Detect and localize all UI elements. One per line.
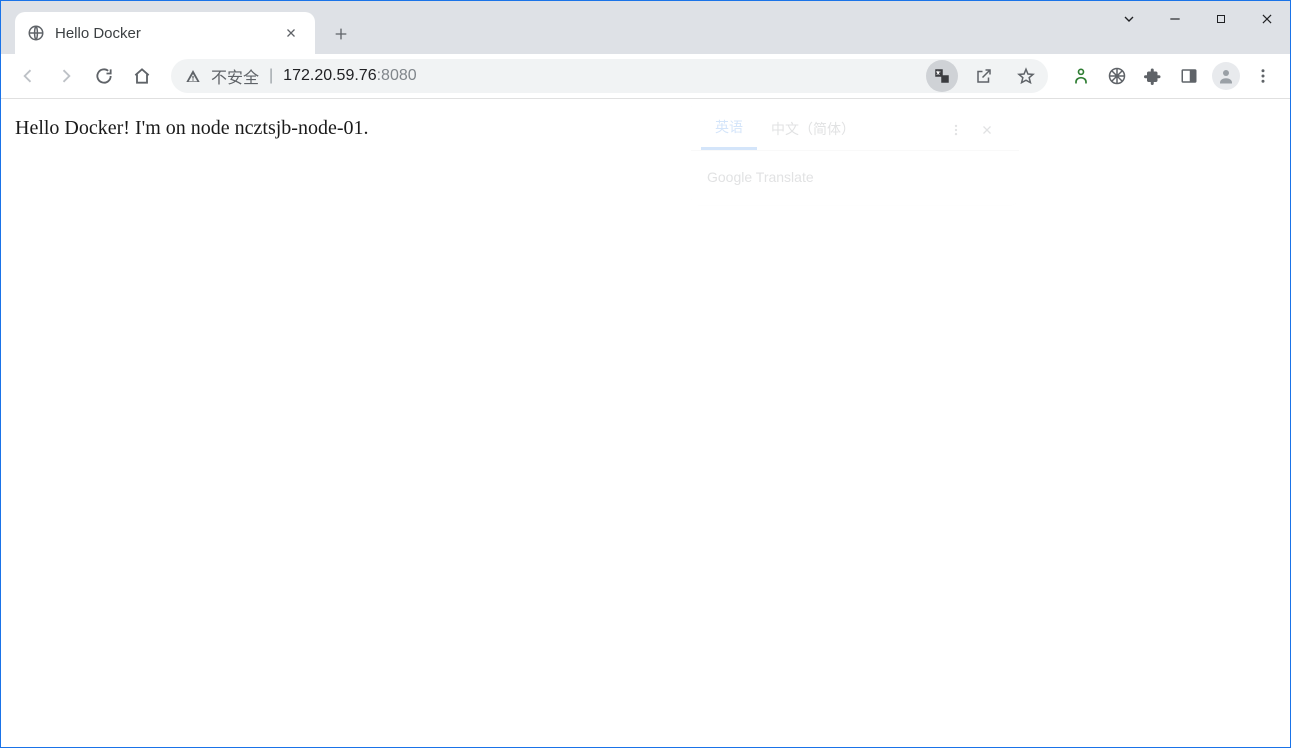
reload-button[interactable] [87,59,121,93]
extension-icon-2[interactable] [1100,59,1134,93]
extension-area [1064,59,1280,93]
extensions-menu-icon[interactable] [1136,59,1170,93]
window-maximize-button[interactable] [1198,1,1244,37]
page-content: Hello Docker! I'm on node ncztsjb-node-0… [1,99,1290,747]
extension-icon-1[interactable] [1064,59,1098,93]
tab-title: Hello Docker [55,25,275,42]
back-button[interactable] [11,59,45,93]
forward-button[interactable] [49,59,83,93]
translate-popup[interactable]: 英语 中文（简体） Google Translate [691,101,1019,205]
translate-popup-close-icon[interactable] [981,124,1009,136]
browser-tab[interactable]: Hello Docker [15,12,315,54]
chrome-menu-icon[interactable] [1246,59,1280,93]
translate-tab-target[interactable]: 中文（简体） [757,111,869,149]
address-bar[interactable]: 不安全 | 172.20.59.76:8080 [171,59,1048,93]
browser-toolbar: 不安全 | 172.20.59.76:8080 [1,54,1290,99]
new-tab-button[interactable] [327,20,355,48]
omnibox-separator: | [269,67,273,85]
share-icon[interactable] [968,60,1000,92]
translate-popup-menu-icon[interactable] [949,123,977,137]
page-body-text: Hello Docker! I'm on node ncztsjb-node-0… [15,117,369,139]
translate-tab-source[interactable]: 英语 [701,109,757,150]
globe-icon [27,24,45,42]
profile-avatar[interactable] [1212,62,1240,90]
tab-search-icon[interactable] [1106,1,1152,37]
translate-popup-body: Google Translate [691,151,1019,205]
side-panel-icon[interactable] [1172,59,1206,93]
url-text: 172.20.59.76:8080 [283,67,916,85]
window-minimize-button[interactable] [1152,1,1198,37]
translate-popup-tabs: 英语 中文（简体） [691,101,1019,151]
window-controls [1106,1,1290,37]
not-secure-icon [185,68,201,84]
url-port: :8080 [377,67,417,84]
window-close-button[interactable] [1244,1,1290,37]
bookmark-icon[interactable] [1010,60,1042,92]
translate-icon[interactable] [926,60,958,92]
security-label: 不安全 [211,64,259,88]
url-host: 172.20.59.76 [283,67,376,84]
tab-strip: Hello Docker [1,1,1290,54]
home-button[interactable] [125,59,159,93]
tab-close-icon[interactable] [285,27,303,39]
